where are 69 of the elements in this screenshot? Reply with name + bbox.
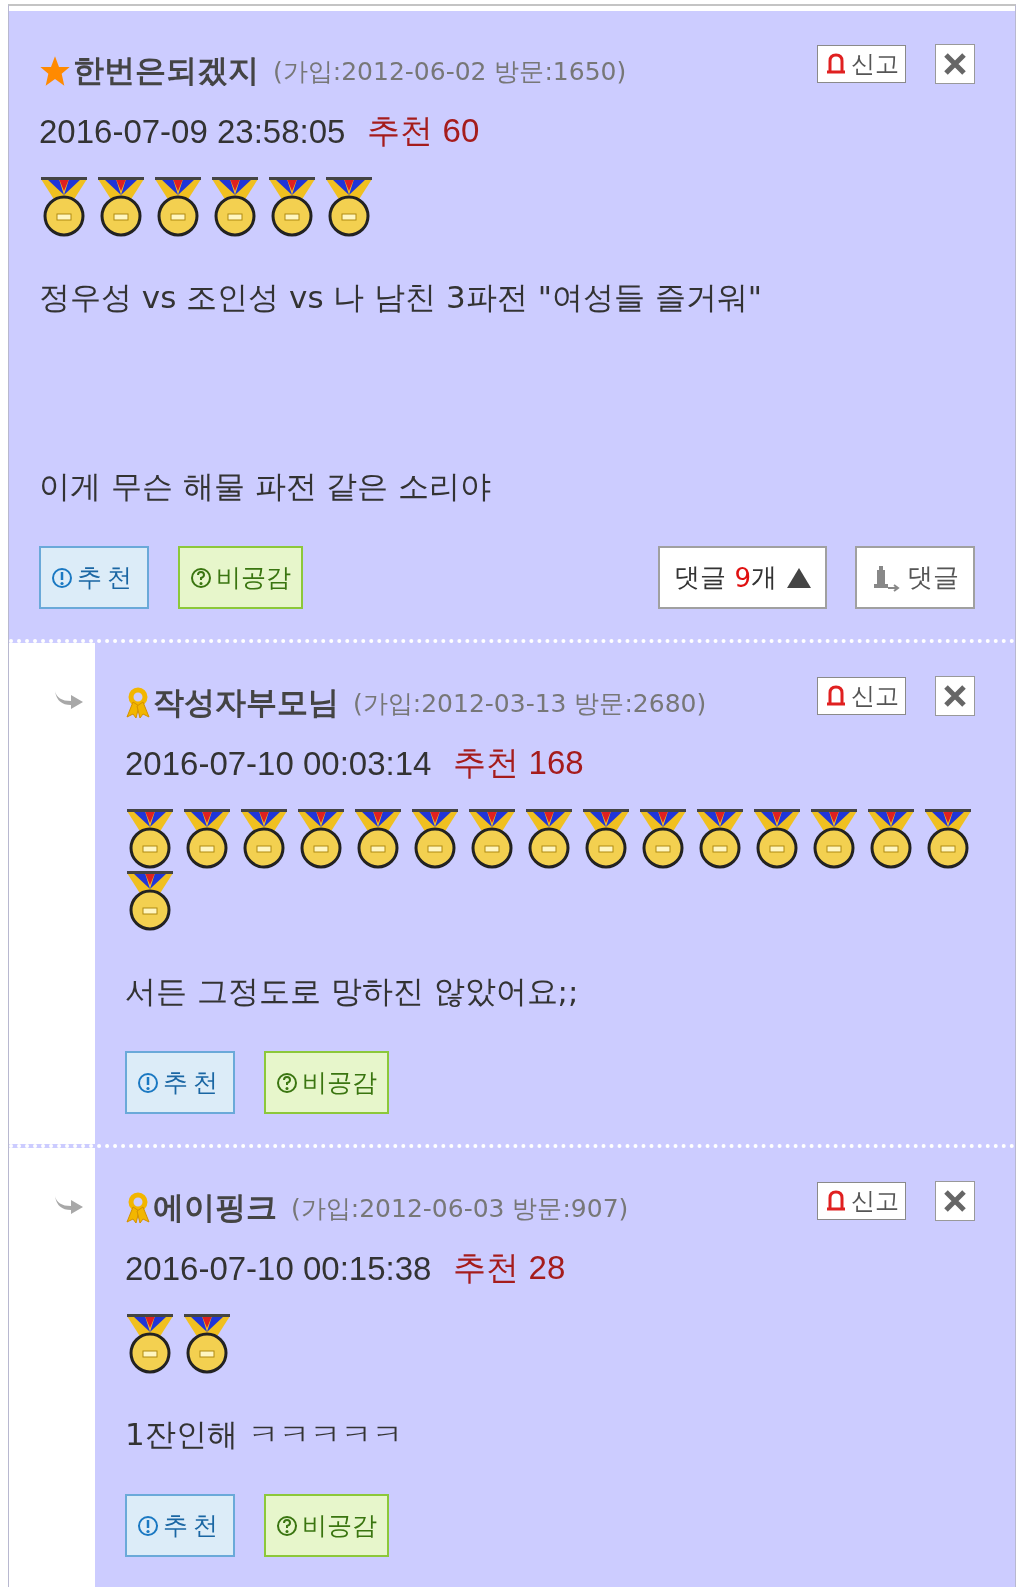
close-button[interactable]	[935, 676, 975, 716]
medal-icon	[752, 809, 802, 869]
medal-icon	[296, 809, 346, 869]
close-button[interactable]	[935, 1181, 975, 1221]
comment-text: 서든 그정도로 망하진 않았어요;;	[125, 972, 580, 1011]
medal-icon	[96, 177, 146, 237]
medal-icon	[695, 809, 745, 869]
close-icon	[942, 1188, 968, 1214]
siren-icon	[824, 1189, 848, 1213]
dislike-button[interactable]: 비공감	[178, 546, 303, 609]
report-button[interactable]: 신고	[817, 1182, 906, 1220]
medal-icon	[125, 809, 175, 869]
post-date: 2016-07-10 00:15:38	[125, 1249, 432, 1288]
medal-icon	[524, 809, 574, 869]
dislike-button[interactable]: 비공감	[264, 1051, 389, 1114]
medal-icon	[39, 177, 89, 237]
member-info: (가입:2012-03-13 방문:2680)	[353, 687, 707, 720]
close-icon	[942, 683, 968, 709]
medal-icon	[467, 809, 517, 869]
dislike-button[interactable]: 비공감	[264, 1494, 389, 1557]
ribbon-icon	[125, 1192, 151, 1224]
close-icon	[942, 51, 968, 77]
medal-icon	[267, 177, 317, 237]
recommend-count: 추천 28	[453, 1248, 566, 1288]
medal-icon	[581, 809, 631, 869]
medal-icon	[153, 177, 203, 237]
reply-icon	[871, 563, 901, 592]
report-button[interactable]: 신고	[817, 45, 906, 83]
exclamation-icon	[137, 1514, 159, 1537]
post-date: 2016-07-09 23:58:05	[39, 112, 346, 151]
medal-icon	[182, 809, 232, 869]
question-icon	[276, 1071, 298, 1094]
medal-icon	[809, 809, 859, 869]
question-icon	[190, 566, 212, 589]
medal-icon	[353, 809, 403, 869]
medal-icon	[210, 177, 260, 237]
member-info: (가입:2012-06-03 방문:907)	[291, 1192, 629, 1225]
medal-icon	[125, 1314, 175, 1374]
exclamation-icon	[137, 1071, 159, 1094]
medal-icon	[182, 1314, 232, 1374]
ribbon-icon	[125, 687, 151, 719]
comment-text: 1잔인해 ㅋㅋㅋㅋㅋ	[125, 1415, 404, 1454]
medal-icon	[324, 177, 374, 237]
medal-icon	[239, 809, 289, 869]
siren-icon	[824, 684, 848, 708]
recommend-button[interactable]: 추천	[125, 1494, 235, 1557]
recommend-count: 추천 168	[453, 743, 584, 783]
member-info: (가입:2012-06-02 방문:1650)	[273, 55, 627, 88]
close-button[interactable]	[935, 44, 975, 84]
exclamation-icon	[51, 566, 73, 589]
medal-icon	[410, 809, 460, 869]
replies-toggle[interactable]: 댓글 9개	[658, 546, 827, 609]
reply-button[interactable]: 댓글	[855, 546, 975, 609]
medal-icon	[866, 809, 916, 869]
question-icon	[276, 1514, 298, 1537]
siren-icon	[824, 52, 848, 76]
post-date: 2016-07-10 00:03:14	[125, 744, 432, 783]
star-icon	[39, 55, 71, 87]
recommend-count: 추천 60	[367, 111, 480, 151]
comment-text: 정우성 vs 조인성 vs 나 남친 3파전 "여성들 즐거워" 이게 무슨 해물 파전 같은 소리야	[39, 278, 764, 506]
recommend-button[interactable]: 추천	[125, 1051, 235, 1114]
recommend-button[interactable]: 추천	[39, 546, 149, 609]
medal-icon	[923, 809, 973, 869]
report-button[interactable]: 신고	[817, 677, 906, 715]
medal-icon	[125, 871, 175, 931]
nickname[interactable]: 작성자부모님	[153, 682, 339, 724]
nickname[interactable]: 한번은되겠지	[73, 50, 259, 92]
medal-icon	[638, 809, 688, 869]
nickname[interactable]: 에이핑크	[153, 1187, 277, 1229]
